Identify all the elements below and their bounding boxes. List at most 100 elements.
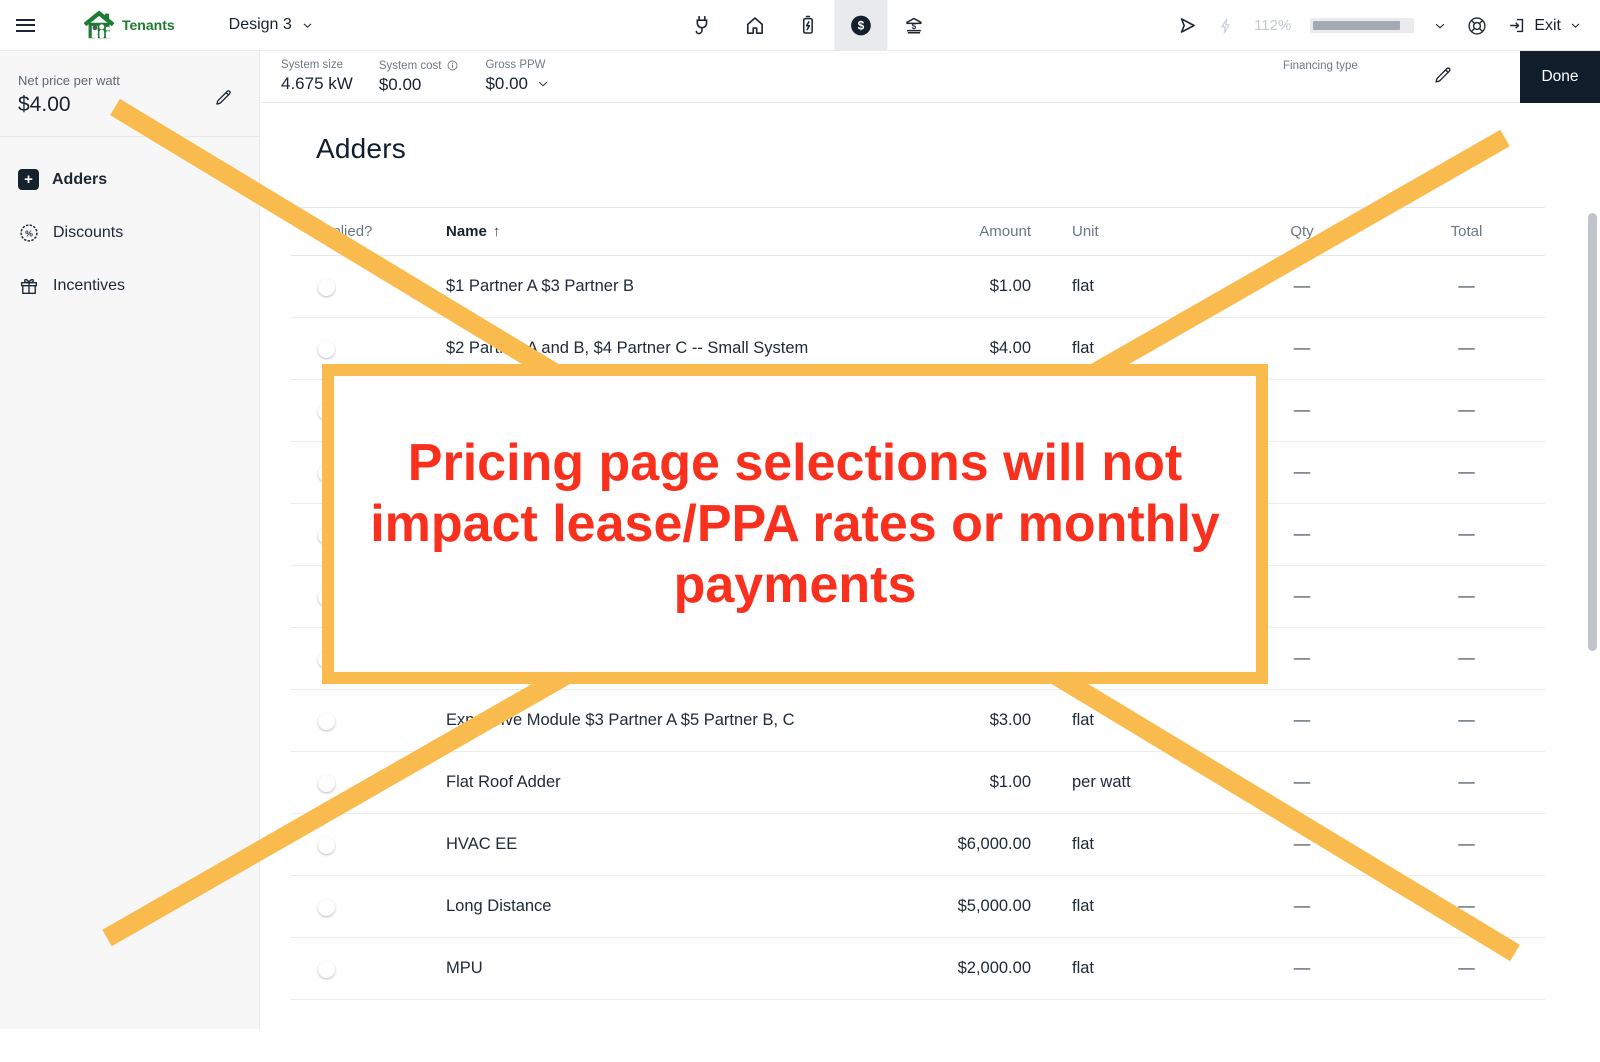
adder-qty: — [1217, 711, 1387, 730]
adder-qty: — [1217, 959, 1387, 978]
table-row: Long Distance $5,000.00 flat — — [291, 876, 1545, 938]
sidebar-item-label: Adders [52, 171, 107, 189]
exit-door-icon [1507, 16, 1526, 35]
sidebar-item-adders[interactable]: + Adders [0, 153, 259, 206]
edit-pencil-icon[interactable] [1432, 64, 1454, 86]
financing-type-label: Financing type [1283, 60, 1358, 72]
edit-pencil-icon[interactable] [213, 87, 234, 108]
adder-qty: — [1217, 339, 1387, 358]
design-selector-label: Design 3 [229, 16, 292, 34]
net-price-section: Net price per watt $4.00 [0, 51, 259, 137]
net-price-label: Net price per watt [18, 73, 259, 88]
bank-icon: $ [902, 14, 925, 37]
performance-bolt-icon [1217, 17, 1235, 35]
help-lifebuoy-icon[interactable] [1466, 15, 1488, 37]
summary-bar: System size 4.675 kW System cost $0.00 G… [261, 51, 1600, 103]
app-logo: Tenants [83, 10, 175, 41]
adders-plus-icon: + [18, 169, 39, 190]
design-mode-tabs: $ $ [675, 0, 940, 51]
chevron-down-icon[interactable] [1433, 19, 1447, 33]
annotation-message: Pricing page selections will not impact … [344, 433, 1246, 616]
page-title: Adders [316, 133, 1600, 165]
gross-ppw-stat: Gross PPW $0.00 [485, 59, 550, 94]
gross-ppw-value: $0.00 [485, 74, 528, 94]
table-row: Flat Roof Adder $1.00 per watt — — [291, 752, 1545, 814]
hamburger-menu-icon[interactable] [16, 19, 35, 32]
adder-name: Long Distance [446, 897, 921, 916]
column-header-total: Total [1387, 223, 1546, 240]
plug-icon [690, 14, 713, 37]
pricing-sidebar: Net price per watt $4.00 + Adders % Disc… [0, 51, 260, 1029]
adder-name: Flat Roof Adder [446, 773, 921, 792]
offset-progress-bar [1310, 18, 1414, 33]
adder-qty: — [1217, 277, 1387, 296]
adder-total: — [1387, 587, 1546, 606]
adder-qty: — [1217, 773, 1387, 792]
sidebar-item-label: Incentives [53, 277, 125, 295]
adder-total: — [1387, 835, 1546, 854]
column-header-applied: Applied? [291, 223, 446, 240]
adder-name: $2 Partner A and B, $4 Partner C -- Smal… [446, 339, 921, 358]
chevron-down-icon[interactable] [536, 77, 550, 91]
svg-text:$: $ [912, 22, 917, 31]
dollar-coin-icon: $ [849, 14, 872, 37]
system-size-value: 4.675 kW [281, 74, 353, 94]
adder-qty: — [1217, 897, 1387, 916]
offset-progress-fill [1313, 21, 1399, 30]
simulate-send-icon[interactable] [1177, 15, 1198, 36]
discount-percent-badge-icon: % [18, 222, 40, 244]
scrollbar-thumb[interactable] [1588, 213, 1597, 651]
home-icon [743, 14, 766, 37]
adder-amount: $1.00 [921, 277, 1031, 296]
adder-name: MPU [446, 959, 921, 978]
adder-total: — [1387, 463, 1546, 482]
table-row: MPU $2,000.00 flat — — [291, 938, 1545, 1000]
exit-label: Exit [1534, 17, 1561, 35]
column-header-name[interactable]: Name↑ [446, 223, 921, 240]
done-button[interactable]: Done [1520, 51, 1600, 103]
adder-unit: flat [1031, 897, 1217, 916]
adder-unit: per watt [1031, 773, 1217, 792]
annotation-callout-box: Pricing page selections will not impact … [322, 364, 1268, 684]
column-header-qty: Qty [1217, 223, 1387, 240]
system-offset-percent: 112% [1254, 17, 1291, 34]
sort-ascending-icon: ↑ [493, 223, 501, 240]
gross-ppw-label: Gross PPW [485, 59, 550, 71]
table-row: $1 Partner A $3 Partner B $1.00 flat — — [291, 256, 1545, 318]
tab-site[interactable] [728, 0, 781, 51]
adder-amount: $1.00 [921, 773, 1031, 792]
table-row: HVAC EE $6,000.00 flat — — [291, 814, 1545, 876]
gift-icon [18, 275, 40, 297]
battery-icon [796, 14, 819, 37]
sidebar-item-incentives[interactable]: Incentives [0, 259, 259, 312]
adder-amount: $5,000.00 [921, 897, 1031, 916]
tab-electrical[interactable] [675, 0, 728, 51]
column-header-amount: Amount [921, 223, 1031, 240]
adder-name: Expensive Module $3 Partner A $5 Partner… [446, 711, 921, 730]
tab-pricing[interactable]: $ [834, 0, 887, 51]
chevron-down-icon [301, 19, 314, 32]
system-cost-value: $0.00 [379, 75, 460, 95]
sidebar-nav: + Adders % Discounts Incentives [0, 137, 259, 312]
tab-financing[interactable]: $ [887, 0, 940, 51]
exit-button[interactable]: Exit [1507, 16, 1582, 35]
adder-name: HVAC EE [446, 835, 921, 854]
adder-unit: flat [1031, 711, 1217, 730]
table-row [291, 1000, 1545, 1062]
design-selector[interactable]: Design 3 [229, 16, 314, 34]
sidebar-item-label: Discounts [53, 224, 123, 242]
info-icon[interactable] [446, 59, 459, 72]
system-cost-stat: System cost $0.00 [379, 59, 460, 95]
adder-total: — [1387, 959, 1546, 978]
adder-unit: flat [1031, 339, 1217, 358]
adder-total: — [1387, 711, 1546, 730]
adder-amount: $6,000.00 [921, 835, 1031, 854]
adder-unit: flat [1031, 835, 1217, 854]
adder-qty: — [1217, 835, 1387, 854]
chevron-down-icon [1569, 19, 1582, 32]
table-row: Expensive Module $3 Partner A $5 Partner… [291, 690, 1545, 752]
svg-text:$: $ [858, 19, 865, 33]
adder-total: — [1387, 401, 1546, 420]
sidebar-item-discounts[interactable]: % Discounts [0, 206, 259, 259]
tab-storage[interactable] [781, 0, 834, 51]
